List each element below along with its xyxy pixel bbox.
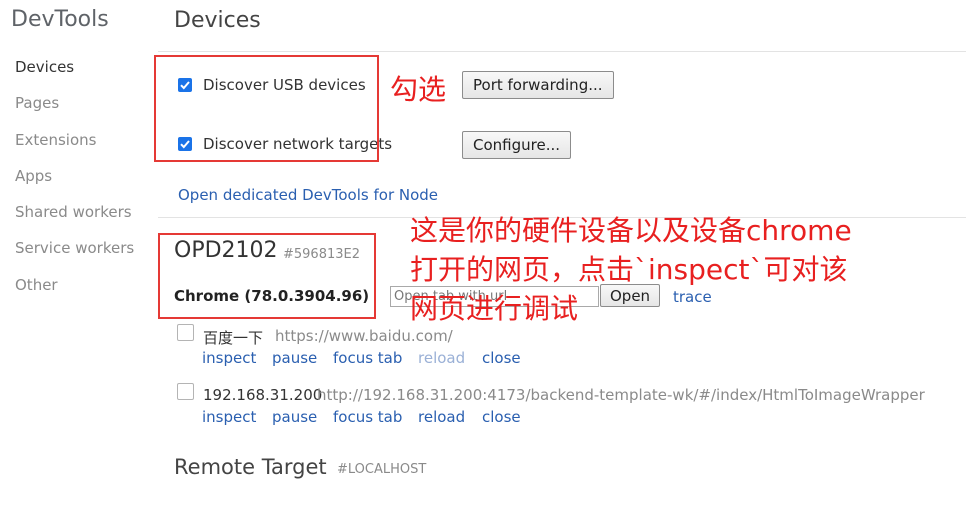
trace-link[interactable]: trace — [673, 288, 712, 306]
page-title-baidu: 百度一下 — [203, 329, 264, 347]
focus-tab-link[interactable]: focus tab — [333, 408, 402, 426]
page-favicon-placeholder — [177, 324, 194, 341]
sidebar-item-apps[interactable]: Apps — [15, 167, 52, 185]
page-url-local: http://192.168.31.200:4173/backend-templ… — [317, 386, 925, 404]
page-url-baidu: https://www.baidu.com/ — [275, 327, 453, 345]
open-node-devtools-link[interactable]: Open dedicated DevTools for Node — [178, 186, 438, 204]
annotation-device-note-1: 这是你的硬件设备以及设备chrome — [410, 214, 852, 247]
close-link[interactable]: close — [482, 349, 521, 367]
inspect-link[interactable]: inspect — [202, 408, 256, 426]
sidebar-item-service-workers[interactable]: Service workers — [15, 239, 134, 257]
sidebar-item-shared-workers[interactable]: Shared workers — [15, 203, 132, 221]
reload-link: reload — [418, 349, 466, 367]
sidebar-item-other[interactable]: Other — [15, 276, 58, 294]
annotation-device-note-3: 网页进行调试 — [410, 292, 579, 325]
pause-link[interactable]: pause — [272, 408, 317, 426]
remote-target-title: Remote Target — [174, 455, 327, 479]
pause-link[interactable]: pause — [272, 349, 317, 367]
configure-button[interactable]: Configure... — [462, 131, 572, 159]
inspect-link[interactable]: inspect — [202, 349, 256, 367]
page-title: Devices — [174, 8, 261, 33]
annotation-check-note: 勾选 — [390, 73, 447, 106]
annotation-device-note-2: 打开的网页，点击`inspect`可对该 — [410, 253, 848, 286]
annotation-box-discover — [154, 55, 379, 162]
sidebar-item-extensions[interactable]: Extensions — [15, 131, 96, 149]
port-forwarding-button[interactable]: Port forwarding... — [462, 71, 614, 99]
page-favicon-placeholder — [177, 383, 194, 400]
sidebar-item-devices[interactable]: Devices — [15, 58, 74, 76]
app-title: DevTools — [11, 7, 109, 32]
page-title-local: 192.168.31.200 — [203, 386, 323, 404]
sidebar-item-pages[interactable]: Pages — [15, 94, 59, 112]
annotation-box-device — [158, 233, 376, 319]
close-link[interactable]: close — [482, 408, 521, 426]
focus-tab-link[interactable]: focus tab — [333, 349, 402, 367]
reload-link[interactable]: reload — [418, 408, 465, 426]
header-divider — [158, 51, 966, 52]
remote-target-host: #LOCALHOST — [337, 462, 427, 477]
